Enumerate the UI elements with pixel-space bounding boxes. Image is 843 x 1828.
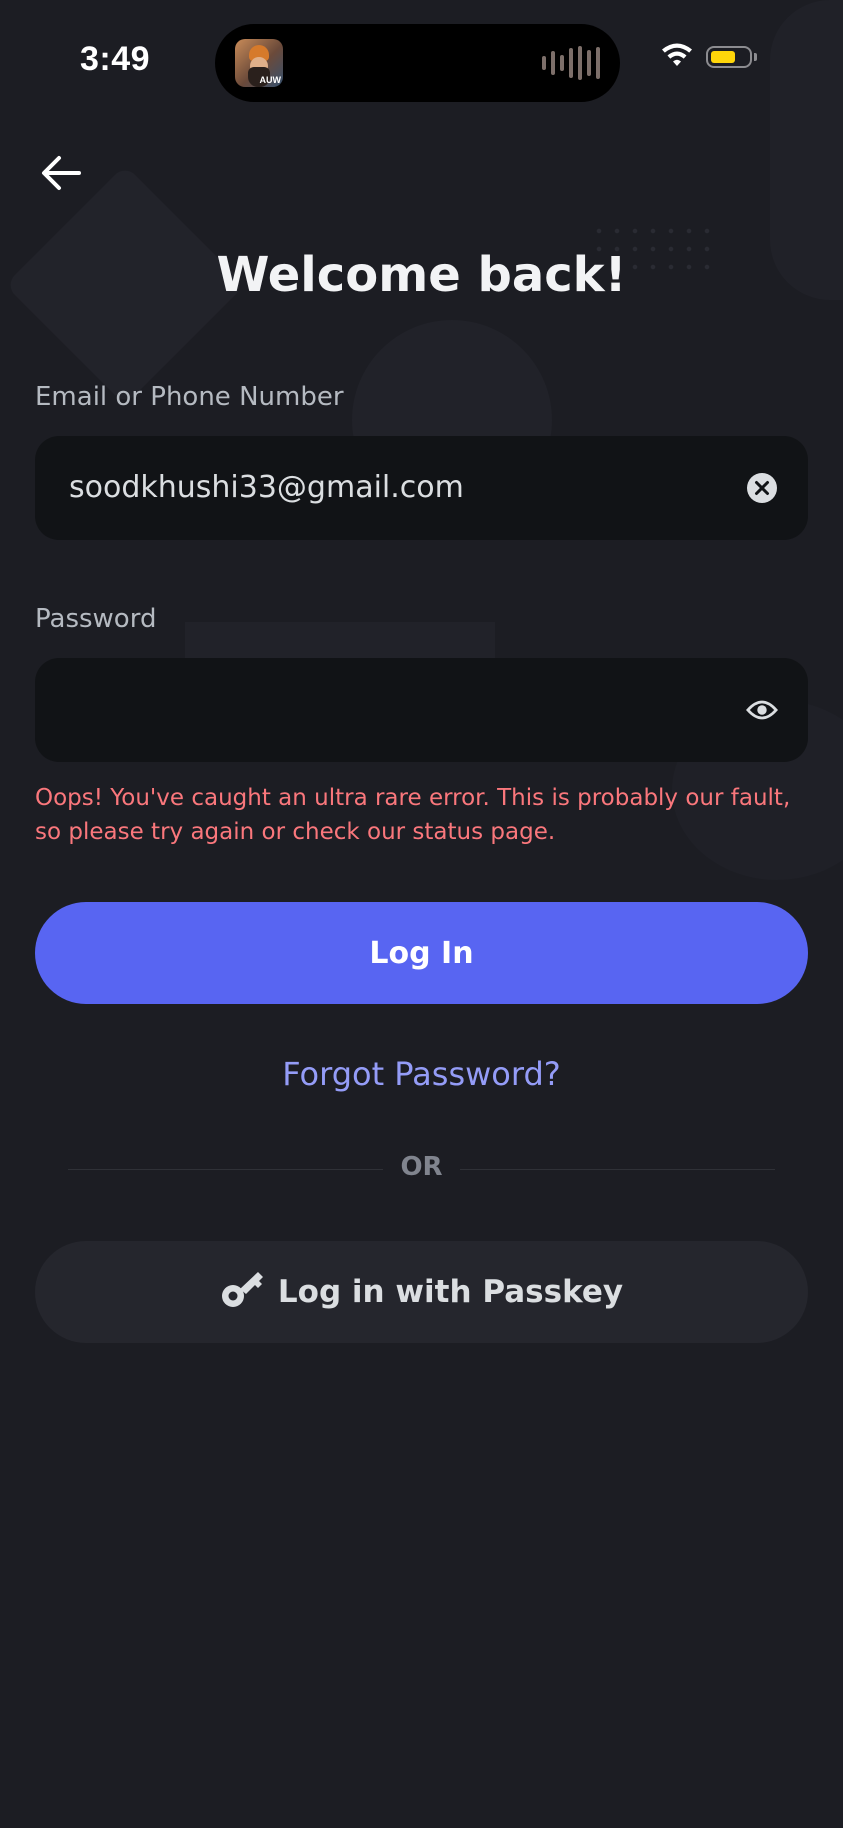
divider-line-right <box>460 1169 775 1170</box>
divider-or-label: OR <box>400 1152 443 1182</box>
email-field-label: Email or Phone Number <box>35 382 344 412</box>
page-title: Welcome back! <box>216 247 627 303</box>
error-message: Oops! You've caught an ultra rare error.… <box>35 785 791 845</box>
key-icon <box>220 1266 268 1318</box>
status-indicators <box>660 42 757 72</box>
login-screen: 3:49 AUW Welcome back! Email or Phone Nu… <box>0 0 843 1828</box>
dynamic-island[interactable]: AUW <box>215 24 620 102</box>
artwork-tag: AUW <box>259 75 282 85</box>
email-field[interactable] <box>35 436 808 540</box>
clear-circle-x-icon[interactable] <box>746 472 778 504</box>
now-playing-artwork: AUW <box>235 39 283 87</box>
login-button[interactable]: Log In <box>35 902 808 1004</box>
back-button[interactable] <box>36 150 86 200</box>
passkey-button-label: Log in with Passkey <box>277 1274 624 1310</box>
battery-icon <box>706 46 757 68</box>
status-time: 3:49 <box>80 40 151 78</box>
arrow-left-icon <box>39 153 83 197</box>
eye-icon[interactable] <box>746 694 778 726</box>
passkey-login-button[interactable]: Log in with Passkey <box>35 1241 808 1343</box>
email-input[interactable] <box>69 436 689 540</box>
audio-waveform-icon <box>542 46 600 80</box>
wifi-icon <box>660 42 694 72</box>
password-field[interactable] <box>35 658 808 762</box>
forgot-password-link[interactable]: Forgot Password? <box>0 1055 843 1093</box>
password-input[interactable] <box>69 658 689 762</box>
password-field-label: Password <box>35 604 157 634</box>
